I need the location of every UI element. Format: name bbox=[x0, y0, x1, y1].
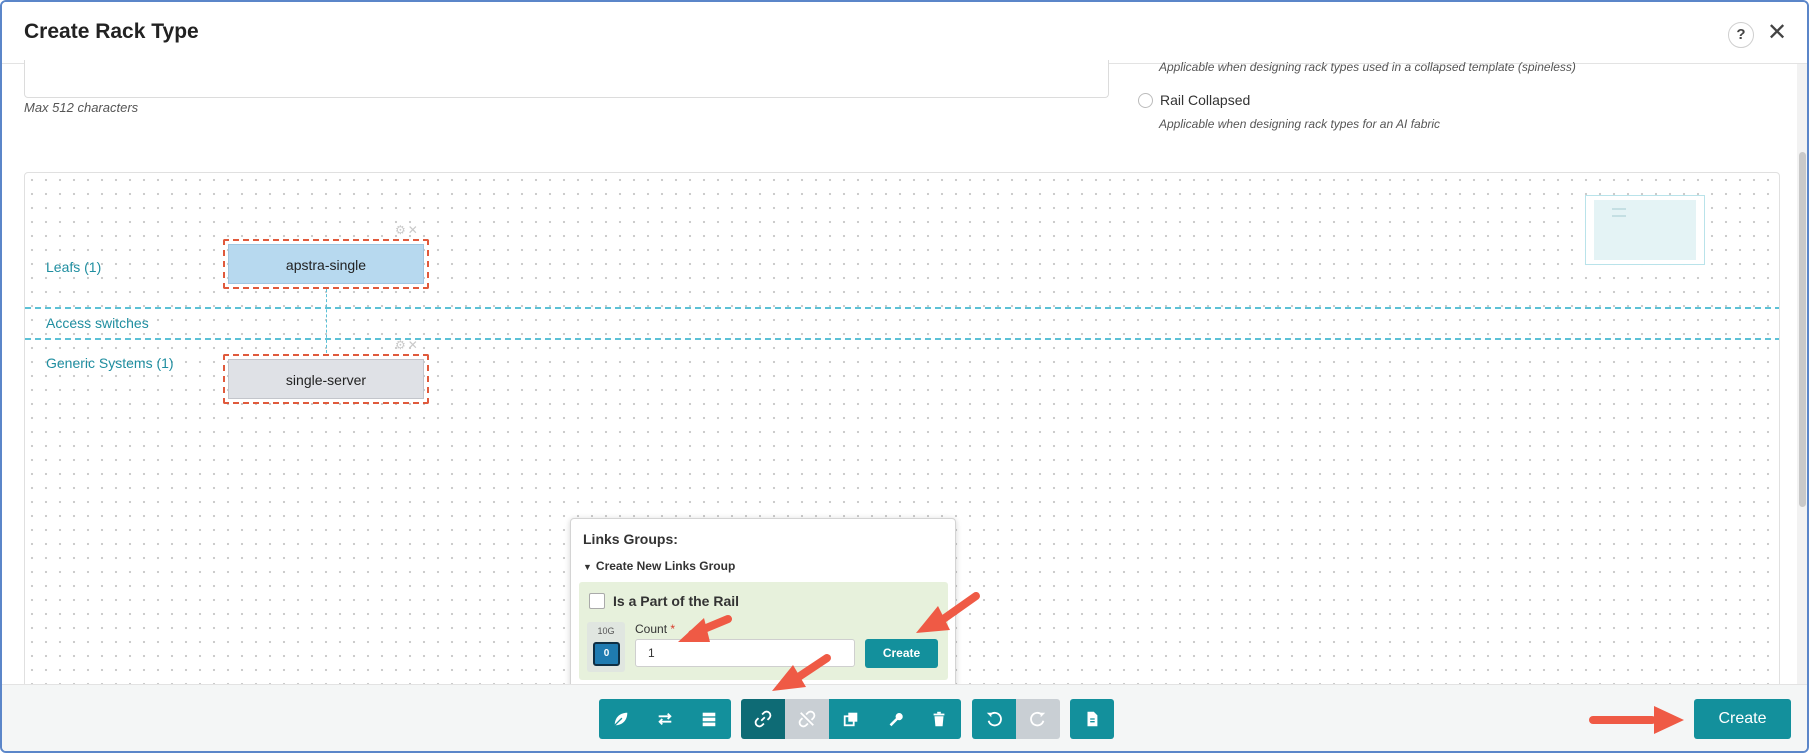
count-label-text: Count bbox=[635, 622, 668, 636]
toolbar-group-history bbox=[972, 699, 1060, 739]
access-switch-divider-bottom bbox=[25, 338, 1779, 340]
help-button[interactable]: ? bbox=[1728, 22, 1754, 48]
minimap-mark bbox=[1612, 215, 1626, 217]
document-icon[interactable] bbox=[1070, 699, 1114, 739]
access-switch-divider-top bbox=[25, 307, 1779, 309]
rail-collapsed-radio[interactable] bbox=[1138, 93, 1153, 108]
count-input[interactable]: 1 bbox=[635, 639, 855, 667]
max-chars-hint: Max 512 characters bbox=[24, 100, 139, 115]
links-group-create-button[interactable]: Create bbox=[865, 639, 938, 668]
copy-icon[interactable] bbox=[829, 699, 873, 739]
rail-checkbox-label[interactable]: Is a Part of the Rail bbox=[613, 593, 739, 609]
leaf-node-actions-icon[interactable]: ⚙✕ bbox=[395, 223, 420, 237]
canvas-minimap[interactable] bbox=[1585, 195, 1705, 265]
generic-node-selection[interactable]: single-server bbox=[223, 354, 429, 404]
collapsed-help-text: Applicable when designing rack types use… bbox=[1159, 60, 1576, 74]
close-icon[interactable]: ✕ bbox=[1764, 20, 1790, 46]
unlink-icon[interactable] bbox=[785, 699, 829, 739]
toolbar-group-links bbox=[741, 699, 961, 739]
redo-icon[interactable] bbox=[1016, 699, 1060, 739]
wrench-icon[interactable] bbox=[873, 699, 917, 739]
rail-collapsed-label[interactable]: Rail Collapsed bbox=[1160, 92, 1250, 108]
create-rack-type-button[interactable]: Create bbox=[1694, 699, 1791, 739]
links-groups-title: Links Groups: bbox=[583, 531, 678, 547]
port-speed-box: 10G 0 bbox=[587, 622, 625, 672]
link-icon[interactable] bbox=[741, 699, 785, 739]
undo-icon[interactable] bbox=[972, 699, 1016, 739]
row-label-leafs: Leafs (1) bbox=[46, 259, 102, 275]
minimap-viewport bbox=[1594, 200, 1696, 260]
footer-toolbar: Create bbox=[2, 684, 1807, 751]
modal-dialog: Create Rack Type ? ✕ Max 512 characters … bbox=[0, 0, 1809, 753]
leaf-node-apstra-single[interactable]: apstra-single bbox=[228, 244, 424, 284]
caret-down-icon: ▼ bbox=[583, 562, 592, 572]
new-links-group-panel: Is a Part of the Rail 10G 0 Count * 1 Cr… bbox=[579, 582, 948, 680]
scrollbar-thumb[interactable] bbox=[1799, 152, 1806, 507]
rail-checkbox[interactable] bbox=[589, 593, 605, 609]
generic-node-actions-icon[interactable]: ⚙✕ bbox=[395, 338, 420, 352]
links-groups-popover: Links Groups: ▼ Create New Links Group Is… bbox=[570, 518, 956, 690]
description-textarea[interactable] bbox=[24, 60, 1109, 98]
row-label-generic-systems: Generic Systems (1) bbox=[46, 355, 174, 371]
leaf-to-server-link bbox=[326, 289, 327, 353]
required-marker: * bbox=[670, 622, 676, 636]
toolbar-group-document bbox=[1070, 699, 1114, 739]
leaf-icon[interactable] bbox=[599, 699, 643, 739]
trash-icon[interactable] bbox=[917, 699, 961, 739]
page-title: Create Rack Type bbox=[24, 20, 199, 43]
swap-icon[interactable] bbox=[643, 699, 687, 739]
rail-collapsed-help-text: Applicable when designing rack types for… bbox=[1159, 117, 1441, 131]
count-label: Count * bbox=[635, 622, 675, 636]
port-selector[interactable]: 0 bbox=[593, 642, 620, 666]
create-new-links-group-toggle[interactable]: ▼ Create New Links Group bbox=[583, 559, 735, 573]
port-speed-label: 10G bbox=[597, 626, 615, 636]
server-icon[interactable] bbox=[687, 699, 731, 739]
generic-node-single-server[interactable]: single-server bbox=[228, 359, 424, 399]
toolbar-group-nodes bbox=[599, 699, 731, 739]
leaf-node-selection[interactable]: apstra-single bbox=[223, 239, 429, 289]
minimap-mark bbox=[1612, 208, 1626, 210]
create-new-links-group-label: Create New Links Group bbox=[595, 559, 736, 573]
row-label-access-switches: Access switches bbox=[46, 315, 149, 331]
modal-header: Create Rack Type ? ✕ bbox=[2, 2, 1807, 64]
